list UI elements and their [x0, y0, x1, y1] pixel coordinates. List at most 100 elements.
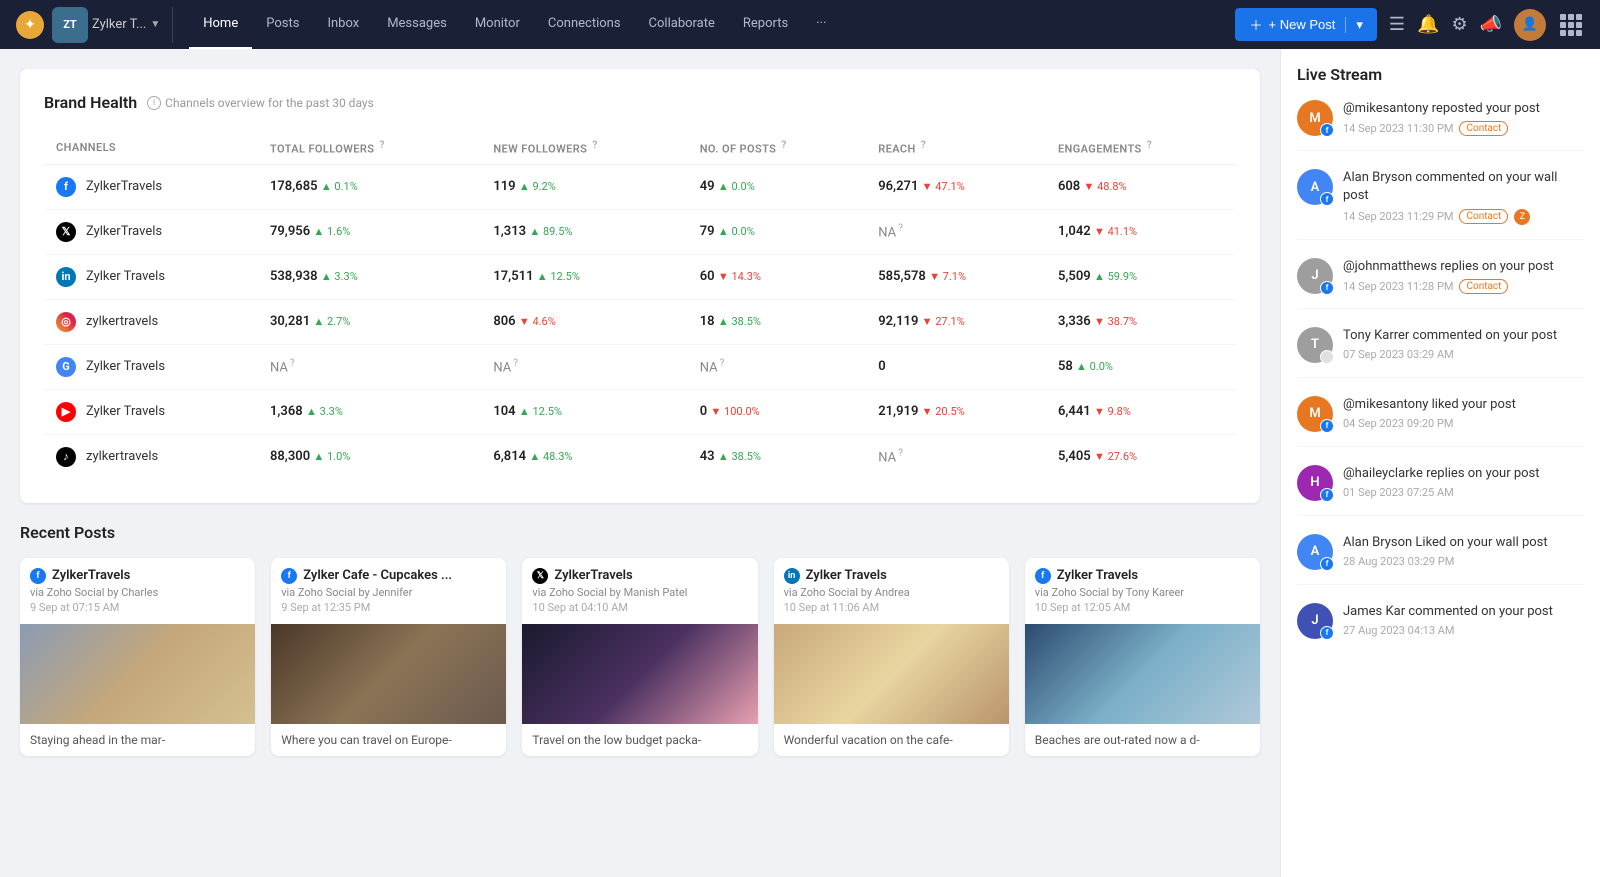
stream-info: @haileyclarke replies on your post 01 Se…: [1343, 465, 1584, 499]
stream-platform-icon: f: [1320, 488, 1334, 502]
metric-cell: NA?: [688, 344, 866, 389]
stream-time: 07 Sep 2023 03:29 AM: [1343, 348, 1584, 361]
notifications-icon[interactable]: 🔔: [1417, 14, 1439, 35]
nav-item-connections[interactable]: Connections: [534, 0, 635, 49]
stream-avatar: A f: [1297, 169, 1333, 205]
post-via: via Zoho Social by Andrea: [784, 586, 999, 599]
metric-cell: 0 ▼ 100.0%: [688, 389, 866, 434]
new-post-label: + New Post: [1269, 17, 1336, 32]
stream-platform-icon: f: [1320, 626, 1334, 640]
channel-name: Zylker Travels: [86, 404, 165, 419]
metric-cell: 60 ▼ 14.3%: [688, 254, 866, 299]
channel-cell: G Zylker Travels: [44, 344, 258, 389]
stream-timestamp: 27 Aug 2023 04:13 AM: [1343, 624, 1455, 637]
brand-chevron: ▼: [150, 19, 160, 30]
metric-cell: 5,509 ▲ 59.9%: [1046, 254, 1236, 299]
stream-item[interactable]: T Tony Karrer commented on your post 07 …: [1297, 327, 1584, 378]
stream-item[interactable]: J f @johnmatthews replies on your post 1…: [1297, 258, 1584, 309]
stream-item[interactable]: A f Alan Bryson Liked on your wall post …: [1297, 534, 1584, 585]
post-platform-icon: 𝕏: [532, 568, 548, 584]
stream-item[interactable]: H f @haileyclarke replies on your post 0…: [1297, 465, 1584, 516]
menu-icon[interactable]: ☰: [1389, 14, 1405, 35]
channel-name: Zylker Travels: [86, 269, 165, 284]
stream-time: 14 Sep 2023 11:28 PM Contact: [1343, 279, 1584, 294]
brand-health-header: Brand Health i Channels overview for the…: [44, 93, 1236, 112]
post-card[interactable]: f Zylker Cafe - Cupcakes ... via Zoho So…: [271, 558, 506, 757]
stream-avatar: H f: [1297, 465, 1333, 501]
new-post-button[interactable]: ＋ + New Post ▾: [1235, 8, 1376, 41]
user-avatar[interactable]: 👤: [1514, 9, 1546, 41]
stream-time: 01 Sep 2023 07:25 AM: [1343, 486, 1584, 499]
recent-posts-section: Recent Posts f ZylkerTravels via Zoho So…: [20, 523, 1260, 757]
stream-text: @mikesantony liked your post: [1343, 396, 1584, 414]
channel-name: zylkertravels: [86, 314, 158, 329]
yt-icon: ▶: [56, 402, 76, 422]
nav-item-monitor[interactable]: Monitor: [461, 0, 534, 49]
fb-icon: f: [56, 177, 76, 197]
post-platform-icon: f: [30, 568, 46, 584]
post-card[interactable]: f Zylker Travels via Zoho Social by Tony…: [1025, 558, 1260, 757]
stream-info: Tony Karrer commented on your post 07 Se…: [1343, 327, 1584, 361]
nav-item-reports[interactable]: Reports: [729, 0, 802, 49]
post-header: f Zylker Travels via Zoho Social by Tony…: [1025, 558, 1260, 624]
post-channel: 𝕏 ZylkerTravels: [532, 568, 747, 584]
contact-badge: Contact: [1459, 279, 1508, 294]
stream-item[interactable]: M f @mikesantony reposted your post 14 S…: [1297, 100, 1584, 151]
post-card[interactable]: 𝕏 ZylkerTravels via Zoho Social by Manis…: [522, 558, 757, 757]
table-row: ▶ Zylker Travels 1,368 ▲ 3.3% 104 ▲ 12.5…: [44, 389, 1236, 434]
ig-icon: ◎: [56, 312, 76, 332]
post-via: via Zoho Social by Tony Kareer: [1035, 586, 1250, 599]
stream-avatar: T: [1297, 327, 1333, 363]
nav-item-messages[interactable]: Messages: [373, 0, 461, 49]
channel-cell: ▶ Zylker Travels: [44, 389, 258, 434]
post-image: [774, 624, 1009, 724]
new-post-button-group[interactable]: ＋ + New Post ▾: [1235, 8, 1376, 41]
table-row: in Zylker Travels 538,938 ▲ 3.3% 17,511 …: [44, 254, 1236, 299]
col-engagements: ENGAGEMENTS ?: [1046, 132, 1236, 164]
channel-cell: in Zylker Travels: [44, 254, 258, 299]
metric-cell: 1,368 ▲ 3.3%: [258, 389, 481, 434]
metric-cell: 88,300 ▲ 1.0%: [258, 434, 481, 479]
brand-name: ZT Zylker T... ▼: [52, 7, 160, 43]
post-card[interactable]: in Zylker Travels via Zoho Social by And…: [774, 558, 1009, 757]
brand-health-title: Brand Health: [44, 93, 137, 112]
stream-text: Alan Bryson commented on your wall post: [1343, 169, 1584, 205]
stream-item[interactable]: M f @mikesantony liked your post 04 Sep …: [1297, 396, 1584, 447]
metric-cell: 58 ▲ 0.0%: [1046, 344, 1236, 389]
stream-timestamp: 14 Sep 2023 11:30 PM: [1343, 122, 1453, 135]
metric-cell: 6,814 ▲ 48.3%: [481, 434, 687, 479]
nav-item-home[interactable]: Home: [189, 0, 252, 49]
nav-item-collaborate[interactable]: Collaborate: [635, 0, 729, 49]
nav-item-posts[interactable]: Posts: [252, 0, 313, 49]
nav-more-button[interactable]: ···: [802, 0, 840, 49]
table-row: G Zylker Travels NA? NA? NA? 0 58 ▲ 0.0%: [44, 344, 1236, 389]
stream-time: 14 Sep 2023 11:30 PM Contact: [1343, 121, 1584, 136]
live-stream-sidebar: Live Stream M f @mikesantony reposted yo…: [1280, 49, 1600, 877]
megaphone-icon[interactable]: 📣: [1480, 14, 1502, 35]
stream-item[interactable]: J f James Kar commented on your post 27 …: [1297, 603, 1584, 653]
post-channel-name: Zylker Travels: [1057, 568, 1138, 583]
stream-text: James Kar commented on your post: [1343, 603, 1584, 621]
logo-area[interactable]: ✦ ZT Zylker T... ▼: [16, 7, 173, 43]
stream-item[interactable]: A f Alan Bryson commented on your wall p…: [1297, 169, 1584, 239]
brand-health-table: CHANNELS TOTAL FOLLOWERS ? NEW FOLLOWERS…: [44, 132, 1236, 479]
nav-item-inbox[interactable]: Inbox: [313, 0, 373, 49]
brand-logo-square: ZT: [52, 7, 88, 43]
tw-icon: 𝕏: [56, 222, 76, 242]
stream-timestamp: 04 Sep 2023 09:20 PM: [1343, 417, 1453, 430]
settings-icon[interactable]: ⚙: [1451, 14, 1467, 35]
recent-posts-title: Recent Posts: [20, 523, 1260, 542]
post-card[interactable]: f ZylkerTravels via Zoho Social by Charl…: [20, 558, 255, 757]
stream-time: 04 Sep 2023 09:20 PM: [1343, 417, 1584, 430]
metric-cell: 21,919 ▼ 20.5%: [866, 389, 1046, 434]
tt-icon: ♪: [56, 447, 76, 467]
metric-cell: NA?: [258, 344, 481, 389]
post-via: via Zoho Social by Manish Patel: [532, 586, 747, 599]
stream-platform-icon: f: [1320, 557, 1334, 571]
stream-list: M f @mikesantony reposted your post 14 S…: [1297, 100, 1584, 653]
apps-grid-icon[interactable]: [1558, 12, 1584, 38]
metric-cell: NA?: [866, 209, 1046, 254]
info-icon[interactable]: i: [147, 96, 161, 110]
stream-info: Alan Bryson Liked on your wall post 28 A…: [1343, 534, 1584, 568]
metric-cell: 43 ▲ 38.5%: [688, 434, 866, 479]
